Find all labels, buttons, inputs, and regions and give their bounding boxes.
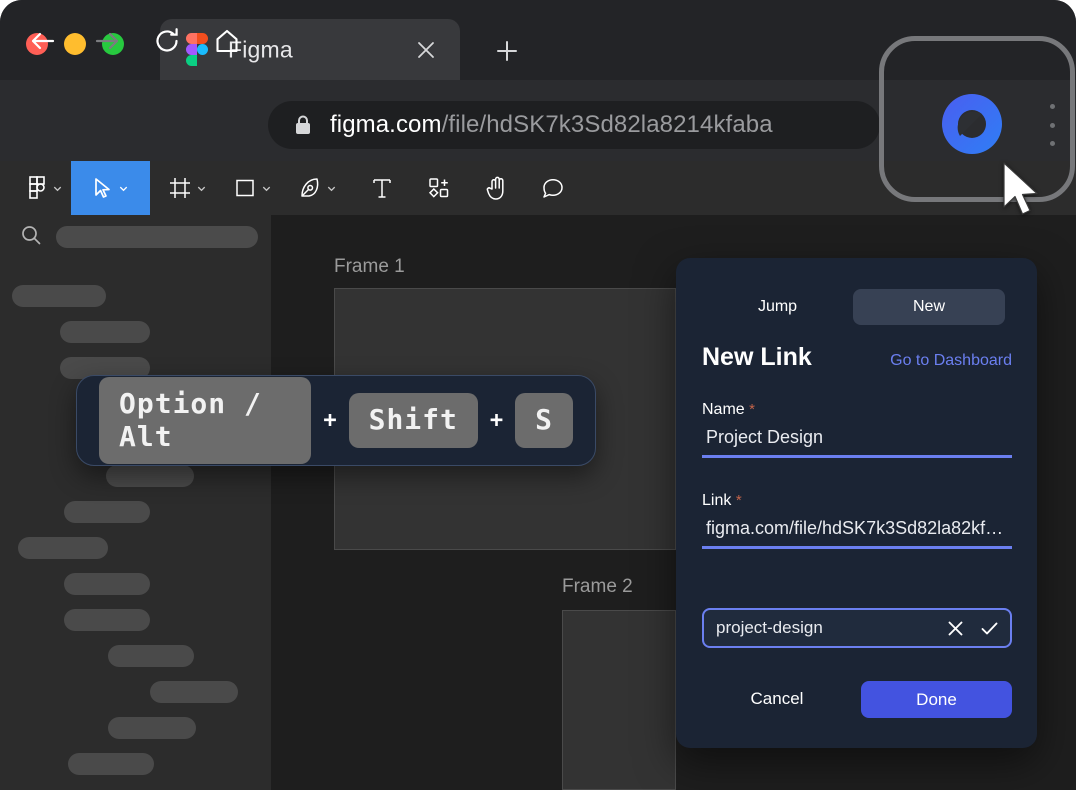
url-path: /file/hdSK7k3Sd82la8214kfaba [441,111,773,138]
hand-tool-button[interactable] [477,161,517,215]
cancel-button[interactable]: Cancel [739,681,815,717]
key-shift: Shift [348,393,478,448]
link-field-label: Link * [702,492,742,509]
comment-tool-button[interactable] [533,161,573,215]
layer-list [0,259,271,790]
layer-row-placeholder[interactable] [64,609,150,631]
name-field[interactable]: Name * Project Design [702,401,1012,458]
key-separator-1: + [323,408,337,433]
shape-tool-button[interactable] [225,161,280,215]
frame-tool-button[interactable] [160,161,215,215]
reload-arrow-icon[interactable] [148,22,186,60]
layer-row-placeholder[interactable] [18,537,108,559]
search-icon [20,224,42,251]
forward-arrow-icon[interactable] [88,22,126,60]
browser-window: Figma figma.com/file/hdSK7k3Sd82la8214kf… [0,0,1076,790]
layer-row-placeholder[interactable] [64,501,150,523]
figma-menu-button[interactable] [18,161,71,215]
tab-jump[interactable]: Jump [702,289,853,325]
key-option-alt: Option / Alt [99,377,312,464]
key-s: S [515,393,573,448]
layer-row-placeholder[interactable] [64,573,150,595]
minimize-window-button[interactable] [64,33,86,55]
layer-row-placeholder[interactable] [150,681,238,703]
panel-header: New Link Go to Dashboard [702,343,1012,372]
check-icon[interactable] [976,615,1002,641]
keyboard-shortcut-overlay: Option / Alt + Shift + S [76,375,596,466]
frame-label[interactable]: Frame 1 [334,256,405,278]
close-icon[interactable] [942,615,968,641]
page-title: New Link [702,343,812,371]
layer-row-placeholder[interactable] [60,321,150,343]
close-icon[interactable] [414,38,438,62]
new-tab-button[interactable] [490,34,524,68]
name-input[interactable]: Project Design [702,427,1012,458]
shortcut-input-wrapper[interactable]: project-design [702,608,1012,648]
text-tool-button[interactable] [363,161,401,215]
key-separator-2: + [489,408,504,433]
lock-icon [294,114,312,136]
screenshot-root: Figma figma.com/file/hdSK7k3Sd82la8214kf… [0,0,1076,790]
tab-new[interactable]: New [853,289,1005,325]
back-arrow-icon[interactable] [24,22,62,60]
link-field[interactable]: Link * figma.com/file/hdSK7k3Sd82la82kf… [702,492,1012,549]
address-bar[interactable]: figma.com/file/hdSK7k3Sd82la8214kfaba [268,101,880,149]
url-host: figma.com [330,111,442,138]
done-button[interactable]: Done [861,681,1012,718]
panel-tab-bar: Jump New [702,289,1011,325]
mouse-cursor-icon [1000,160,1046,222]
browser-tab[interactable]: Figma [160,19,460,80]
extension-panel: Jump New New Link Go to Dashboard Name *… [676,258,1037,748]
home-icon[interactable] [208,22,246,60]
kebab-menu-icon[interactable] [1044,104,1060,146]
name-field-label: Name * [702,401,755,418]
layer-row-placeholder[interactable] [108,717,196,739]
layer-row-placeholder[interactable] [12,285,106,307]
required-asterisk: * [749,401,755,418]
search-input[interactable] [56,226,258,248]
move-tool-button[interactable] [71,161,150,215]
layer-row-placeholder[interactable] [106,465,194,487]
frame-box[interactable] [562,610,676,790]
go-to-dashboard-link[interactable]: Go to Dashboard [890,352,1012,370]
figma-logo-icon [186,33,208,66]
figma-toolbar [0,161,1076,215]
layer-row-placeholder[interactable] [68,753,154,775]
components-tool-button[interactable] [419,161,459,215]
link-input[interactable]: figma.com/file/hdSK7k3Sd82la82kf… [702,518,1012,549]
figma-layers-sidebar [0,215,272,790]
layer-row-placeholder[interactable] [108,645,194,667]
required-asterisk: * [735,492,742,509]
browser-extension-icon[interactable] [930,94,1014,154]
pen-tool-button[interactable] [290,161,345,215]
frame-label[interactable]: Frame 2 [562,576,633,598]
layer-search-row[interactable] [0,215,271,259]
shortcut-input[interactable]: project-design [716,618,942,638]
